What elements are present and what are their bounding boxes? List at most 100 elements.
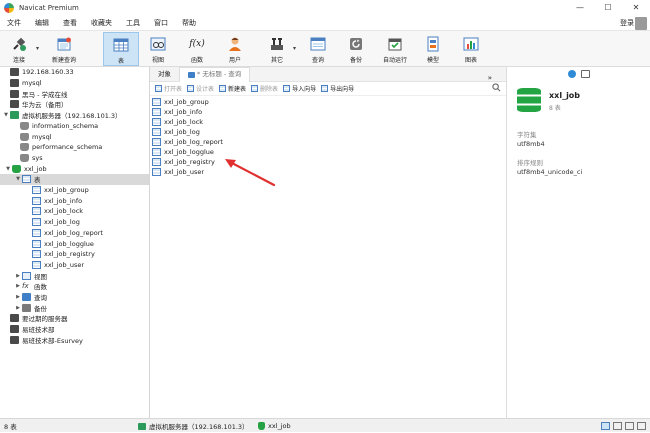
tree-item-backups-folder[interactable]: ▶ 备份 bbox=[0, 302, 149, 313]
table-button[interactable]: 表 bbox=[103, 32, 139, 66]
connection-button[interactable]: 连接 bbox=[4, 32, 34, 66]
open-table-icon bbox=[155, 85, 162, 92]
more-tools-button[interactable]: » bbox=[488, 74, 492, 82]
table-icon bbox=[32, 207, 41, 216]
design-table-button[interactable]: 设计表 bbox=[187, 84, 214, 93]
other-button[interactable]: 其它 bbox=[262, 32, 292, 66]
expanded-chevron-icon[interactable]: ▼ bbox=[2, 112, 10, 118]
tree-item-table[interactable]: xxl_job_user bbox=[0, 260, 149, 271]
tree-item-database[interactable]: performance_schema bbox=[0, 142, 149, 153]
function-icon: f(x) bbox=[189, 39, 205, 49]
menu-tools[interactable]: 工具 bbox=[119, 16, 147, 31]
collapsed-chevron-icon[interactable]: ▶ bbox=[14, 305, 22, 311]
charset-label: 字符集 bbox=[517, 131, 537, 139]
tree-item-table[interactable]: xxl_job_log_report bbox=[0, 228, 149, 239]
tree-item-database[interactable]: sys bbox=[0, 153, 149, 164]
import-wizard-button[interactable]: 导入向导 bbox=[283, 84, 316, 93]
status-bar: 8 表 虚拟机服务器（192.168.101.3） xxl_job bbox=[0, 418, 650, 432]
info-icon[interactable] bbox=[568, 70, 576, 78]
tree-item-label: 虚拟机服务器（192.168.101.3） bbox=[22, 112, 122, 121]
database-icon bbox=[12, 164, 21, 173]
tree-item-table[interactable]: xxl_job_logglue bbox=[0, 238, 149, 249]
tree-item-functions-folder[interactable]: ▶ fx 函数 bbox=[0, 281, 149, 292]
tree-item-connection-vm[interactable]: ▼ 虚拟机服务器（192.168.101.3） bbox=[0, 110, 149, 121]
menu-favorites[interactable]: 收藏夹 bbox=[84, 16, 119, 31]
info-panel-toggle-icon[interactable] bbox=[637, 422, 646, 430]
list-view-icon[interactable] bbox=[601, 422, 610, 430]
chart-label: 图表 bbox=[464, 57, 477, 64]
tree-item-table[interactable]: xxl_job_registry bbox=[0, 249, 149, 260]
tree-item-label: xxl_job_log bbox=[44, 218, 80, 227]
tree-item-connection[interactable]: 黑马 - 学成在线 bbox=[0, 88, 149, 99]
tree-item-table[interactable]: xxl_job_lock bbox=[0, 206, 149, 217]
menu-help[interactable]: 帮助 bbox=[175, 16, 203, 31]
export-wizard-button[interactable]: 导出向导 bbox=[321, 84, 354, 93]
backup-button[interactable]: 备份 bbox=[341, 32, 371, 66]
collapsed-chevron-icon[interactable]: ▶ bbox=[14, 294, 22, 300]
user-button[interactable]: 用户 bbox=[220, 32, 250, 66]
menu-window[interactable]: 窗口 bbox=[147, 16, 175, 31]
tree-item-connection[interactable]: 192.168.160.33 bbox=[0, 67, 149, 78]
object-list-item[interactable]: xxl_job_logglue bbox=[152, 147, 214, 157]
expanded-chevron-icon[interactable]: ▼ bbox=[14, 176, 22, 182]
tree-item-queries-folder[interactable]: ▶ 查询 bbox=[0, 292, 149, 303]
function-button[interactable]: f(x) 函数 bbox=[182, 32, 212, 66]
er-diagram-view-icon[interactable] bbox=[625, 422, 634, 430]
detail-view-icon[interactable] bbox=[613, 422, 622, 430]
delete-table-button[interactable]: 删除表 bbox=[251, 84, 278, 93]
menu-file[interactable]: 文件 bbox=[0, 16, 28, 31]
collapsed-chevron-icon[interactable]: ▶ bbox=[14, 273, 22, 279]
tree-item-connection[interactable]: 易班技术部-Esurvey bbox=[0, 335, 149, 346]
menu-view[interactable]: 查看 bbox=[56, 16, 84, 31]
expanded-chevron-icon[interactable]: ▼ bbox=[4, 166, 12, 172]
tree-item-database-xxl-job[interactable]: ▼ xxl_job bbox=[0, 163, 149, 174]
object-list-item[interactable]: xxl_job_log_report bbox=[152, 137, 223, 147]
open-table-button[interactable]: 打开表 bbox=[155, 84, 182, 93]
minimize-button[interactable]: — bbox=[566, 0, 594, 16]
ddl-icon[interactable] bbox=[581, 70, 590, 78]
new-query-button[interactable]: 新建查询 bbox=[46, 32, 82, 66]
connection-dropdown-icon[interactable]: ▾ bbox=[36, 45, 39, 52]
tree-item-database[interactable]: information_schema bbox=[0, 121, 149, 132]
object-list-item[interactable]: xxl_job_registry bbox=[152, 157, 215, 167]
tree-item-database[interactable]: mysql bbox=[0, 131, 149, 142]
view-button[interactable]: 视图 bbox=[143, 32, 173, 66]
chart-button[interactable]: 图表 bbox=[456, 32, 486, 66]
title-bar: Navicat Premium — ☐ ✕ bbox=[0, 0, 650, 16]
tree-item-connection[interactable]: 要过期的服务器 bbox=[0, 313, 149, 324]
database-icon bbox=[20, 132, 29, 141]
tree-item-table[interactable]: xxl_job_log bbox=[0, 217, 149, 228]
avatar[interactable] bbox=[635, 17, 647, 30]
login-link[interactable]: 登录 bbox=[620, 17, 634, 30]
tree-item-tables-folder[interactable]: ▼ 表 bbox=[0, 174, 149, 185]
tree-item-connection[interactable]: 易班技术部 bbox=[0, 324, 149, 335]
new-table-button[interactable]: 新建表 bbox=[219, 84, 246, 93]
tree-item-table[interactable]: xxl_job_info bbox=[0, 195, 149, 206]
search-icon[interactable] bbox=[492, 83, 501, 94]
tree-item-views-folder[interactable]: ▶ 视图 bbox=[0, 270, 149, 281]
query-button[interactable]: 查询 bbox=[303, 32, 333, 66]
menu-edit[interactable]: 编辑 bbox=[28, 16, 56, 31]
object-list-item[interactable]: xxl_job_log bbox=[152, 127, 200, 137]
maximize-button[interactable]: ☐ bbox=[594, 0, 622, 16]
tree-item-table[interactable]: xxl_job_group bbox=[0, 185, 149, 196]
tree-item-connection[interactable]: mysql bbox=[0, 78, 149, 89]
query-label: 查询 bbox=[311, 57, 324, 64]
table-icon bbox=[32, 196, 41, 205]
collation-label: 排序规则 bbox=[517, 159, 543, 167]
object-list-item[interactable]: xxl_job_group bbox=[152, 97, 209, 107]
auto-run-button[interactable]: 自动运行 bbox=[378, 32, 412, 66]
collapsed-chevron-icon[interactable]: ▶ bbox=[14, 283, 22, 289]
tab-objects[interactable]: 对象 bbox=[150, 67, 179, 82]
new-table-icon bbox=[219, 85, 227, 92]
object-list-item[interactable]: xxl_job_info bbox=[152, 107, 202, 117]
table-icon bbox=[22, 175, 31, 184]
object-list-item[interactable]: xxl_job_user bbox=[152, 167, 204, 177]
close-button[interactable]: ✕ bbox=[622, 0, 650, 16]
tab-untitled-query[interactable]: * 无标题 - 查询 bbox=[179, 66, 251, 82]
object-list-item[interactable]: xxl_job_lock bbox=[152, 117, 203, 127]
tree-item-connection[interactable]: 华为云（备用） bbox=[0, 99, 149, 110]
tree-item-label: 视图 bbox=[34, 272, 47, 281]
other-dropdown-icon[interactable]: ▾ bbox=[293, 45, 296, 52]
model-button[interactable]: 模型 bbox=[418, 32, 448, 66]
